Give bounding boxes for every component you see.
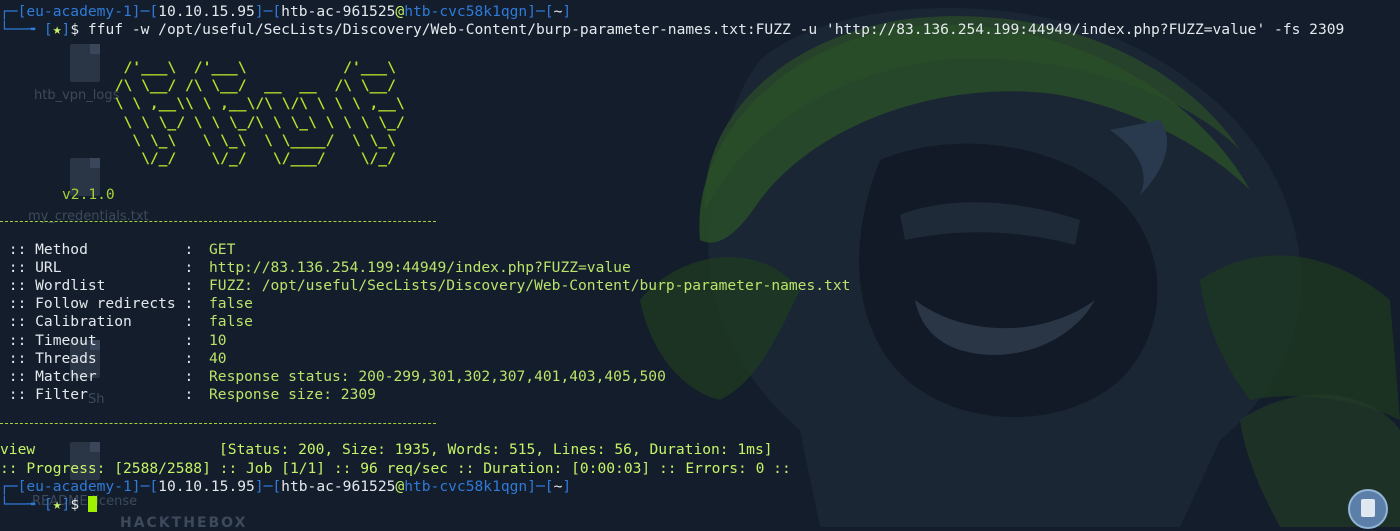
config-value: 40 <box>209 350 227 367</box>
config-value: GET <box>209 241 236 258</box>
config-value: FUZZ: /opt/useful/SecLists/Discovery/Web… <box>209 277 851 294</box>
input-line[interactable]: └──╼ [★]$ <box>0 496 97 514</box>
config-key: :: Filter : <box>0 386 194 403</box>
prompt-region: eu-academy-1 <box>26 3 132 20</box>
prompt-header-top: ┌─[eu-academy-1]─[10.10.15.95]─[htb-ac-9… <box>0 3 572 20</box>
config-key: :: Method : <box>0 241 194 258</box>
prompt-user: htb-ac-961525 <box>281 478 396 495</box>
result-word: view <box>0 441 36 458</box>
config-value: Response status: 200-299,301,302,307,401… <box>209 368 666 385</box>
config-key: :: Calibration : <box>0 313 194 330</box>
config-value: Response size: 2309 <box>209 386 376 403</box>
prompt-header-bottom: ┌─[eu-academy-1]─[10.10.15.95]─[htb-ac-9… <box>0 478 572 495</box>
star-icon: ★ <box>52 496 62 513</box>
ffuf-banner: /'___\ /'___\ /'___\ /\ \__/ /\ \__/ __ … <box>114 59 405 168</box>
command-text: ffuf -w /opt/useful/SecLists/Discovery/W… <box>87 21 1345 38</box>
star-icon: ★ <box>52 21 62 38</box>
result-row: view [Status: 200, Size: 1935, Words: 515… <box>0 441 773 459</box>
separator-top <box>0 221 436 222</box>
config-key: :: URL : <box>0 259 194 276</box>
config-key: :: Wordlist : <box>0 277 194 294</box>
config-key: :: Timeout : <box>0 332 194 349</box>
prompt-user: htb-ac-961525 <box>281 3 396 20</box>
separator-bottom <box>0 423 436 424</box>
config-value: false <box>209 295 253 312</box>
command-line: └──╼ [★]$ ffuf -w /opt/useful/SecLists/D… <box>0 21 1345 38</box>
prompt-ip: 10.10.15.95 <box>158 478 255 495</box>
prompt-host: htb-cvc58k1qgn <box>404 478 528 495</box>
config-key: :: Follow redirects : <box>0 295 194 312</box>
clipboard-icon[interactable] <box>1348 489 1388 529</box>
text-cursor[interactable] <box>87 496 97 512</box>
config-value: http://83.136.254.199:44949/index.php?FU… <box>209 259 631 276</box>
config-value: 10 <box>209 332 227 349</box>
ffuf-version: v2.1.0 <box>62 186 115 203</box>
prompt-ip: 10.10.15.95 <box>158 3 255 20</box>
prompt-region: eu-academy-1 <box>26 478 132 495</box>
config-value: false <box>209 313 253 330</box>
terminal-window[interactable]: ┌─[eu-academy-1]─[10.10.15.95]─[htb-ac-9… <box>0 0 1400 527</box>
result-details: [Status: 200, Size: 1935, Words: 515, Li… <box>219 441 773 458</box>
config-key: :: Threads : <box>0 350 194 367</box>
progress-line: :: Progress: [2588/2588] :: Job [1/1] ::… <box>0 460 791 477</box>
prompt-host: htb-cvc58k1qgn <box>404 3 528 20</box>
config-key: :: Matcher : <box>0 368 194 385</box>
